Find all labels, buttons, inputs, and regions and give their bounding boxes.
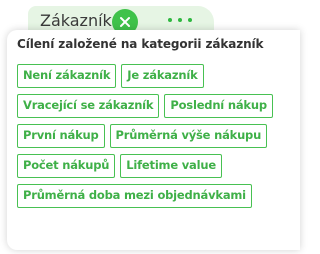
- dot: [168, 18, 172, 22]
- dot: [178, 18, 182, 22]
- chip-prumerna-vyse-nakupu[interactable]: Průměrná výše nákupu: [109, 124, 268, 148]
- page: Zákazník Cílení založené na kategorii zá…: [0, 0, 300, 254]
- more-dots-icon[interactable]: [168, 9, 192, 31]
- chip-vracejici-se-zakaznik[interactable]: Vracející se zákazník: [17, 94, 160, 118]
- chip-posledni-nakup[interactable]: Poslední nákup: [164, 94, 273, 118]
- chip-lifetime-value[interactable]: Lifetime value: [120, 154, 222, 178]
- chip-list: Není zákazník Je zákazník Vracející se z…: [17, 64, 287, 208]
- chip-prumerna-doba-mezi-objednavkami[interactable]: Průměrná doba mezi objednávkami: [17, 184, 252, 208]
- chip-je-zakaznik[interactable]: Je zákazník: [121, 64, 204, 88]
- tab-label: Zákazník: [40, 11, 112, 30]
- chip-pocet-nakupu[interactable]: Počet nákupů: [17, 154, 116, 178]
- dot: [188, 18, 192, 22]
- section-title: Cílení založené na kategorii zákazník: [17, 37, 264, 51]
- chip-neni-zakaznik[interactable]: Není zákazník: [17, 64, 117, 88]
- chip-prvni-nakup[interactable]: První nákup: [17, 124, 105, 148]
